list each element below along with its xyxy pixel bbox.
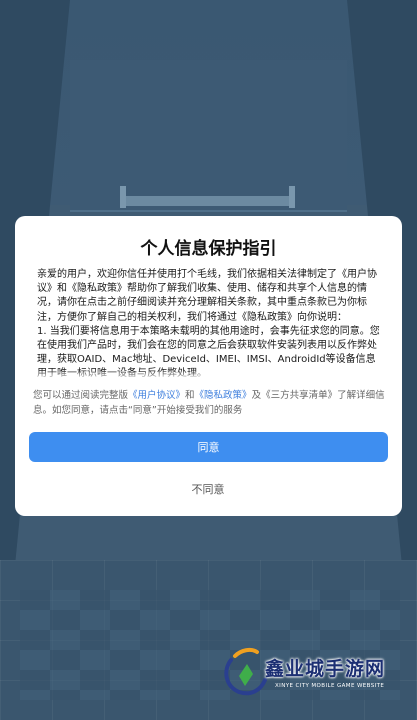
privacy-policy-link[interactable]: 《隐私政策》 xyxy=(195,390,252,401)
scene-rail xyxy=(120,196,295,206)
third-party-list-text: 《三方共享清单》 xyxy=(261,390,338,401)
consent-notice: 您可以通过阅读完整版《用户协议》和《隐私政策》及《三方共享清单》了解详细信息。如… xyxy=(33,388,389,418)
disagree-button[interactable]: 不同意 xyxy=(158,476,258,502)
scene-rail-post xyxy=(289,186,295,208)
privacy-dialog: 个人信息保护指引 亲爱的用户，欢迎你信任并使用打个毛线，我们依据相关法律制定了《… xyxy=(15,216,402,516)
dialog-title: 个人信息保护指引 xyxy=(140,239,277,259)
notice-and-2: 及 xyxy=(251,390,262,401)
policy-text-scroll[interactable]: 亲爱的用户，欢迎你信任并使用打个毛线，我们依据相关法律制定了《用户协议》和《隐私… xyxy=(37,268,381,378)
policy-paragraph: 亲爱的用户，欢迎你信任并使用打个毛线，我们依据相关法律制定了《用户协议》和《隐私… xyxy=(37,269,377,323)
watermark-title: 鑫业城手游网 xyxy=(265,658,386,680)
scene-rail-post xyxy=(120,186,126,208)
notice-prefix: 您可以通过阅读完整版 xyxy=(33,390,129,401)
watermark-subtitle: XINYE CITY MOBILE GAME WEBSITE xyxy=(275,683,385,689)
site-watermark: 鑫业城手游网 XINYE CITY MOBILE GAME WEBSITE xyxy=(221,646,411,712)
agree-button[interactable]: 同意 xyxy=(29,432,388,462)
notice-and: 和 xyxy=(185,390,195,401)
scroll-fade xyxy=(37,370,381,380)
watermark-logo-icon xyxy=(224,647,267,696)
user-agreement-link[interactable]: 《用户协议》 xyxy=(128,390,185,401)
scene-back-wall xyxy=(70,60,347,212)
